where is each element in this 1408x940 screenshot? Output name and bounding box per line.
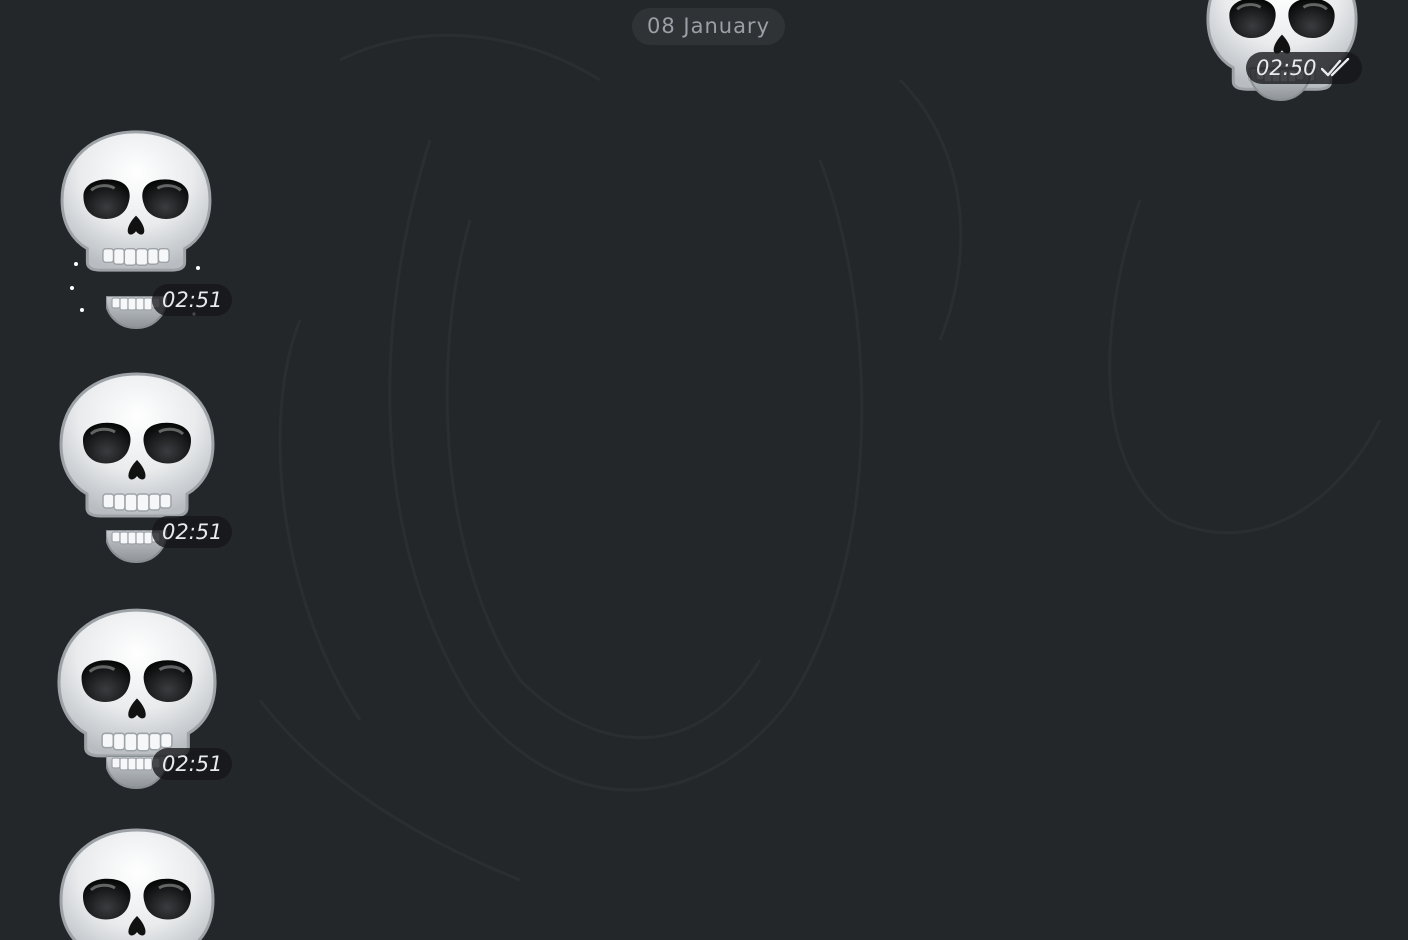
message-time-pill: 02:51 — [152, 284, 232, 316]
skull-icon — [59, 828, 215, 940]
skull-icon — [57, 608, 217, 758]
skull-icon — [59, 372, 215, 518]
message-time: 02:50 — [1256, 56, 1317, 80]
message-time: 02:51 — [162, 520, 223, 544]
message-time-pill: 02:50 — [1246, 52, 1362, 84]
message-time: 02:51 — [162, 752, 223, 776]
chat-history[interactable]: 08 January 02:50 02:51 02:51 02:51 — [0, 0, 1408, 940]
double-check-icon — [1320, 58, 1349, 77]
message-outgoing-sticker[interactable] — [1204, 0, 1360, 101]
message-time-pill: 02:51 — [152, 748, 232, 780]
date-separator: 08 January — [632, 8, 785, 45]
message-time: 02:51 — [162, 288, 223, 312]
message-incoming-sticker[interactable] — [56, 826, 218, 940]
message-time-pill: 02:51 — [152, 516, 232, 548]
